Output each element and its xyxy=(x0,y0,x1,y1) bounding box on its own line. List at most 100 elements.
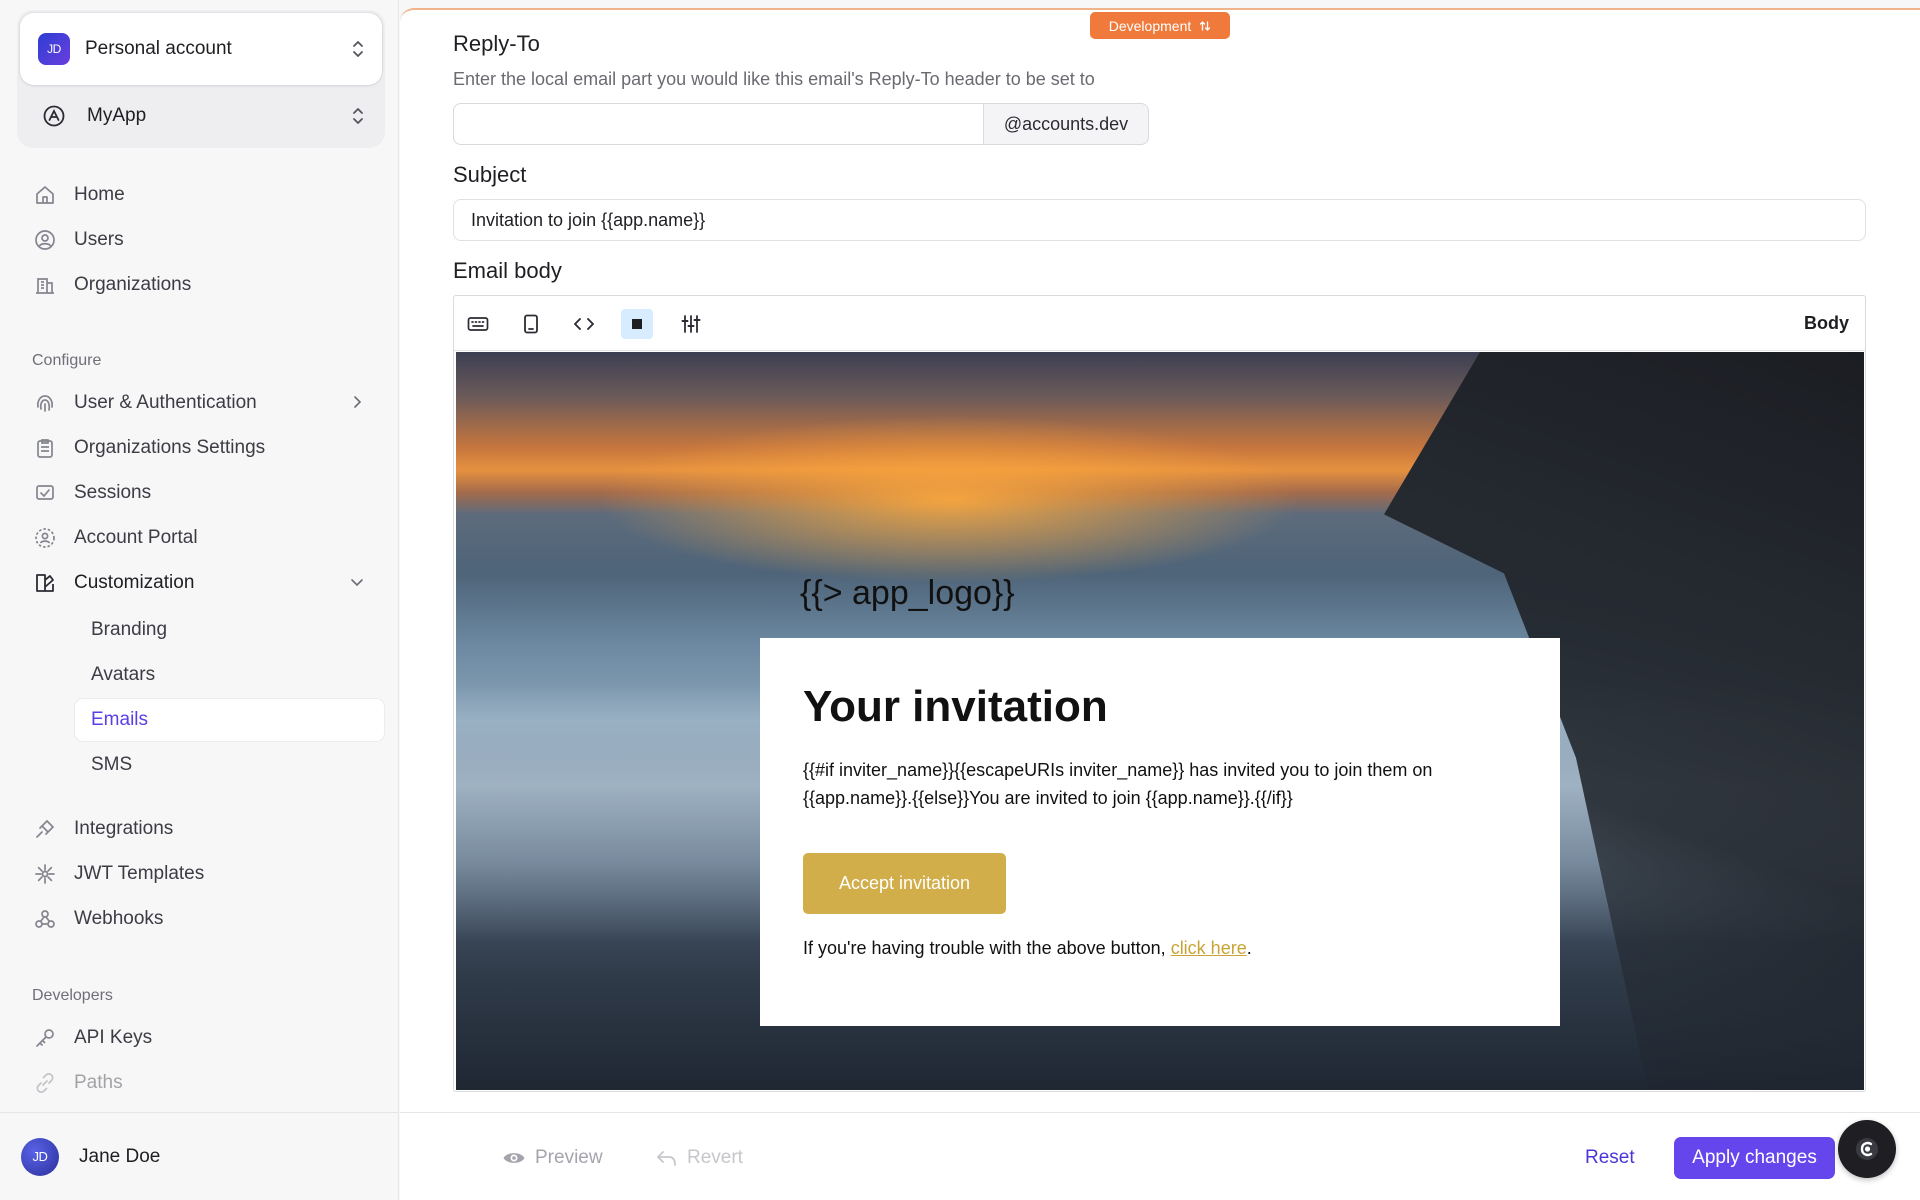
building-icon xyxy=(32,272,58,298)
nav-home-label: Home xyxy=(74,184,125,205)
nav-webhooks[interactable]: Webhooks xyxy=(32,899,384,939)
eye-icon xyxy=(503,1153,525,1163)
clipboard-icon xyxy=(32,435,58,461)
palette-icon xyxy=(32,570,58,596)
chevron-right-icon xyxy=(354,396,362,408)
fullscreen-button[interactable] xyxy=(621,309,653,339)
sessions-icon xyxy=(32,480,58,506)
nav-user-authentication-label: User & Authentication xyxy=(74,392,257,413)
revert-button-label: Revert xyxy=(687,1147,743,1168)
link-icon xyxy=(32,1070,58,1096)
nav-jwt-templates-label: JWT Templates xyxy=(74,863,205,884)
app-logo-placeholder: {{> app_logo}} xyxy=(800,574,1015,612)
environment-badge[interactable]: Development xyxy=(1090,12,1230,39)
key-icon xyxy=(32,1025,58,1051)
app-switcher[interactable]: MyApp xyxy=(20,90,382,142)
nav-organizations[interactable]: Organizations xyxy=(32,265,384,305)
nav-sessions[interactable]: Sessions xyxy=(32,473,384,513)
email-content-card: Your invitation {{#if inviter_name}}{{es… xyxy=(760,638,1560,1026)
accept-invitation-button[interactable]: Accept invitation xyxy=(803,853,1006,914)
user-circle-icon xyxy=(32,227,58,253)
nav-account-portal-label: Account Portal xyxy=(74,527,198,548)
code-view-button[interactable] xyxy=(568,309,600,339)
home-icon xyxy=(32,182,58,208)
desktop-view-button[interactable] xyxy=(462,309,494,339)
nav-customization-label: Customization xyxy=(74,572,195,593)
nav-organizations-label: Organizations xyxy=(74,274,192,295)
undo-icon xyxy=(657,1151,676,1166)
nav-organizations-settings-label: Organizations Settings xyxy=(74,437,266,458)
webhook-icon xyxy=(32,906,58,932)
nav-users-label: Users xyxy=(74,229,124,250)
email-footnote-end: . xyxy=(1246,938,1252,958)
nav-integrations-label: Integrations xyxy=(74,818,174,839)
preview-button-label: Preview xyxy=(535,1147,603,1168)
nav-sms[interactable]: SMS xyxy=(75,744,384,786)
reply-to-input[interactable] xyxy=(453,103,983,145)
nav-customization[interactable]: Customization xyxy=(32,563,384,603)
action-footer: Preview Revert Reset Apply changes xyxy=(400,1112,1920,1200)
editor-mode-label: Body xyxy=(1804,313,1849,333)
account-avatar: JD xyxy=(38,33,70,65)
account-switcher-label: Personal account xyxy=(85,38,232,59)
section-developers: Developers xyxy=(32,987,113,1004)
nav-webhooks-label: Webhooks xyxy=(74,908,164,929)
reply-to-help: Enter the local email part you would lik… xyxy=(453,69,1095,89)
user-menu[interactable]: JD Jane Doe xyxy=(0,1112,399,1200)
code-icon xyxy=(574,318,594,330)
nav-paths[interactable]: Paths xyxy=(32,1063,384,1103)
swap-icon xyxy=(1200,20,1211,31)
nav-avatars[interactable]: Avatars xyxy=(75,654,384,696)
plug-icon xyxy=(32,816,58,842)
sliders-icon xyxy=(681,315,701,333)
chevron-up-down-icon xyxy=(353,41,363,57)
chevron-up-down-icon xyxy=(353,108,363,124)
email-footnote-text: If you're having trouble with the above … xyxy=(803,938,1171,958)
reset-button[interactable]: Reset xyxy=(1585,1139,1635,1177)
apply-changes-button[interactable]: Apply changes xyxy=(1674,1137,1835,1179)
editor-toolbar: Body xyxy=(454,296,1865,351)
nav-integrations[interactable]: Integrations xyxy=(32,809,384,849)
account-switcher[interactable]: JD Personal account xyxy=(20,13,382,85)
square-icon xyxy=(632,319,642,329)
reply-to-domain-suffix: @accounts.dev xyxy=(983,103,1149,145)
subject-input-value: Invitation to join {{app.name}} xyxy=(471,209,706,230)
sidebar: JD Personal account MyApp Home Users Org… xyxy=(0,0,399,1200)
nav-sessions-label: Sessions xyxy=(74,482,152,503)
nav-home[interactable]: Home xyxy=(32,175,384,215)
click-here-link[interactable]: click here xyxy=(1171,938,1247,958)
environment-badge-label: Development xyxy=(1108,17,1192,34)
mobile-view-button[interactable] xyxy=(515,309,547,339)
app-switcher-label: MyApp xyxy=(87,105,147,126)
email-message: {{#if inviter_name}}{{escapeURIs inviter… xyxy=(803,760,1433,808)
email-footnote: If you're having trouble with the above … xyxy=(803,938,1252,959)
mobile-icon xyxy=(524,314,538,334)
nav-users[interactable]: Users xyxy=(32,220,384,260)
chevron-down-icon xyxy=(351,579,363,587)
revert-button[interactable]: Revert xyxy=(656,1141,743,1175)
nav-api-keys-label: API Keys xyxy=(74,1027,153,1048)
preview-button[interactable]: Preview xyxy=(502,1141,603,1175)
reply-to-label: Reply-To xyxy=(453,31,540,56)
app-icon xyxy=(43,105,65,127)
nav-account-portal[interactable]: Account Portal xyxy=(32,518,384,558)
section-configure: Configure xyxy=(32,352,102,369)
subject-label: Subject xyxy=(453,162,527,187)
nav-paths-label: Paths xyxy=(74,1072,123,1093)
settings-sliders-button[interactable] xyxy=(675,309,707,339)
keyboard-icon xyxy=(467,317,489,331)
nav-user-authentication[interactable]: User & Authentication xyxy=(32,383,384,423)
jwt-icon xyxy=(32,861,58,887)
portal-icon xyxy=(32,525,58,551)
fingerprint-icon xyxy=(32,390,58,416)
nav-organizations-settings[interactable]: Organizations Settings xyxy=(32,428,384,468)
subject-input[interactable]: Invitation to join {{app.name}} xyxy=(453,199,1866,241)
help-icon xyxy=(1856,1138,1878,1160)
nav-emails[interactable]: Emails xyxy=(75,699,384,741)
email-body-label: Email body xyxy=(453,258,562,283)
nav-jwt-templates[interactable]: JWT Templates xyxy=(32,854,384,894)
help-button[interactable] xyxy=(1838,1120,1896,1178)
nav-api-keys[interactable]: API Keys xyxy=(32,1018,384,1058)
nav-branding[interactable]: Branding xyxy=(75,609,384,651)
user-avatar: JD xyxy=(21,1137,59,1176)
